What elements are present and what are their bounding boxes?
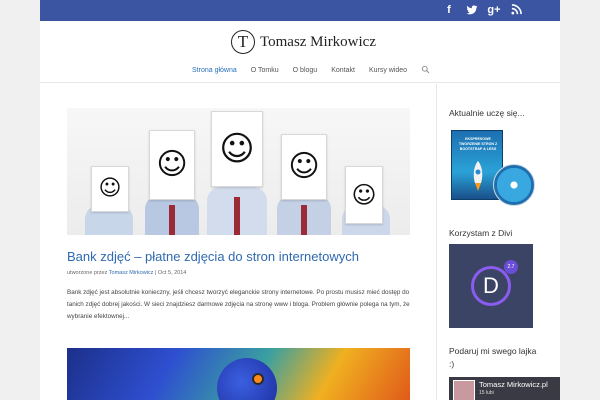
divi-letter: D — [483, 273, 499, 298]
person-body — [145, 195, 199, 235]
post-meta-separator: | — [154, 270, 157, 276]
nav-item-about-blog[interactable]: O blogu — [293, 67, 318, 74]
divi-version-badge: 2.7 — [504, 260, 518, 274]
smiley-card: ☺ — [149, 130, 195, 200]
main-content: ☺ ☺ ☺ ☺ ☺ Bank zdjęć – płatne zdjęcia do… — [67, 108, 410, 323]
smiley-card: ☺ — [281, 134, 327, 200]
nav-item-contact[interactable]: Kontakt — [331, 67, 355, 74]
top-bar: f g+ — [40, 0, 560, 21]
smiley-card: ☺ — [211, 111, 263, 187]
course-box-text: EKSPRESOWE TWORZENIE STRON Z BOOTSTRAP &… — [458, 137, 498, 151]
divi-logo-icon: D — [471, 266, 511, 306]
post-meta-prefix: utworzone przez — [67, 270, 108, 276]
sidebar-divider — [436, 84, 437, 400]
page: f g+ T Tomasz Mirkowicz Strona główna O … — [40, 0, 560, 400]
tie — [169, 205, 175, 235]
rocket-icon — [473, 161, 483, 191]
parrot-head — [217, 358, 277, 400]
divi-banner[interactable]: D 2.7 — [449, 244, 533, 328]
main-nav: Strona główna O Tomku O blogu Kontakt Ku… — [192, 64, 430, 76]
rss-icon[interactable] — [509, 3, 523, 17]
course-disc — [493, 164, 535, 206]
facebook-icon[interactable]: f — [442, 3, 456, 17]
smiley-face-icon: ☺ — [288, 149, 320, 184]
tie — [234, 197, 240, 235]
smiley-card: ☺ — [91, 166, 129, 212]
site-name: Tomasz Mirkowicz — [260, 33, 377, 50]
tie — [301, 205, 307, 235]
widget-title-like: Podaruj mi swego lajka :) — [449, 346, 537, 369]
twitter-icon[interactable] — [465, 3, 479, 17]
search-icon[interactable] — [421, 65, 430, 76]
smiley-face-icon: ☺ — [351, 181, 377, 209]
site-logo[interactable]: T Tomasz Mirkowicz — [231, 30, 376, 54]
second-post-image[interactable] — [67, 348, 410, 400]
google-plus-icon[interactable]: g+ — [487, 3, 501, 17]
smiley-face-icon: ☺ — [98, 176, 122, 201]
person-body — [207, 187, 267, 235]
sidebar: Aktualnie uczę się... EKSPRESOWE TWORZEN… — [449, 108, 560, 400]
fb-page-name[interactable]: Tomasz Mirkowicz.pl — [479, 380, 548, 389]
site-header: T Tomasz Mirkowicz Strona główna O Tomku… — [40, 21, 560, 83]
fb-page-likes: 15 lubi — [479, 390, 494, 396]
widget-title-divi: Korzystam z Divi — [449, 228, 513, 238]
post-featured-image[interactable]: ☺ ☺ ☺ ☺ ☺ — [67, 108, 410, 235]
nav-item-about-tomek[interactable]: O Tomku — [251, 67, 279, 74]
magnifier-icon — [421, 65, 430, 73]
fb-page-avatar — [453, 380, 475, 400]
logo-monogram: T — [231, 30, 255, 54]
nav-item-home[interactable]: Strona główna — [192, 67, 237, 74]
post-author-link[interactable]: Tomasz Mirkowicz — [109, 270, 154, 276]
post-title[interactable]: Bank zdjęć – płatne zdjęcia do stron int… — [67, 249, 410, 264]
post-excerpt: Bank zdjęć jest absolutnie konieczny, je… — [67, 289, 410, 320]
person-body — [277, 195, 331, 235]
nav-item-video-courses[interactable]: Kursy wideo — [369, 67, 407, 74]
post-date: Oct 5, 2014 — [157, 270, 187, 276]
parrot-eye — [252, 373, 264, 385]
facebook-page-widget[interactable]: Tomasz Mirkowicz.pl 15 lubi — [449, 377, 560, 400]
smiley-face-icon: ☺ — [156, 147, 188, 182]
smiley-card: ☺ — [345, 166, 383, 224]
course-banner[interactable]: EKSPRESOWE TWORZENIE STRON Z BOOTSTRAP &… — [449, 124, 535, 216]
smiley-face-icon: ☺ — [219, 129, 255, 169]
widget-title-learning: Aktualnie uczę się... — [449, 108, 525, 118]
rss-feed-icon — [510, 4, 522, 15]
post-meta: utworzone przez Tomasz Mirkowicz | Oct 5… — [67, 270, 410, 276]
twitter-bird-icon — [466, 5, 478, 15]
